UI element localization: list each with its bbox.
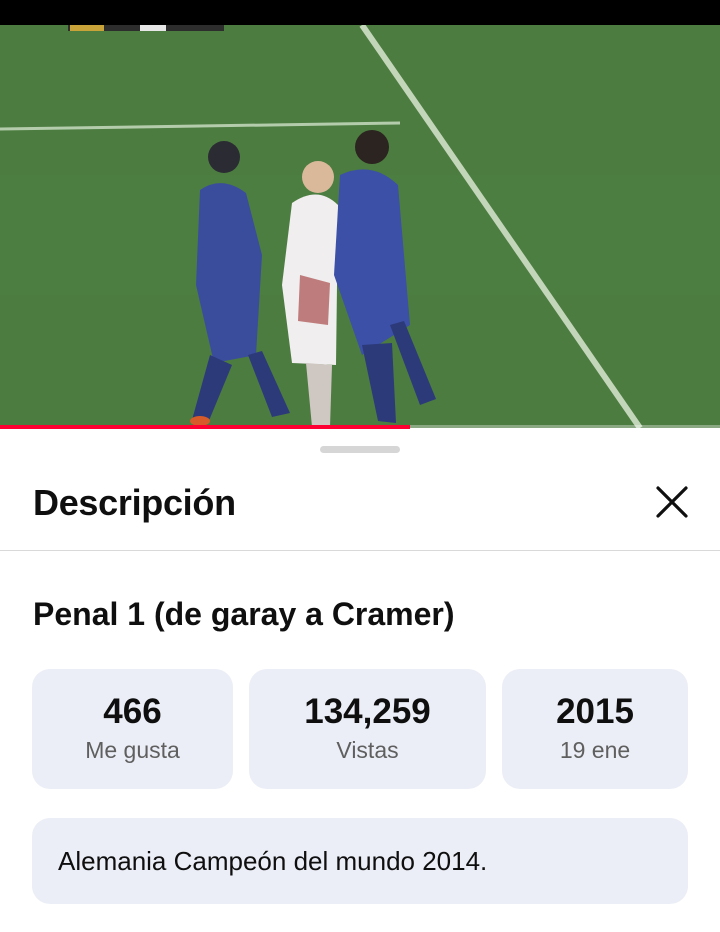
description-text: Alemania Campeón del mundo 2014. (58, 845, 488, 876)
video-frame-image (0, 25, 720, 428)
date-stat: 2015 19 ene (502, 669, 688, 789)
video-title: Penal 1 (de garay a Cramer) (33, 596, 455, 632)
views-count: 134,259 (304, 692, 431, 732)
upload-date: 19 ene (559, 736, 631, 763)
description-box[interactable]: Alemania Campeón del mundo 2014. (32, 818, 688, 904)
sheet-title: Descripción (33, 482, 236, 523)
description-sheet: Descripción Penal 1 (de garay a Cramer) … (0, 430, 720, 932)
scoreboard-overlay (68, 25, 224, 31)
video-progress-fill (0, 425, 411, 429)
drag-handle[interactable] (320, 446, 400, 453)
views-stat: 134,259 Vistas (249, 669, 486, 789)
likes-label: Me gusta (85, 736, 180, 763)
likes-stat: 466 Me gusta (32, 669, 233, 789)
upload-year: 2015 (556, 692, 634, 732)
close-button[interactable] (648, 478, 696, 526)
likes-count: 466 (103, 692, 162, 732)
video-progress-bar[interactable] (0, 425, 720, 429)
divider (0, 550, 720, 551)
status-bar (0, 0, 720, 25)
close-icon (656, 486, 688, 518)
video-player[interactable] (0, 25, 720, 428)
views-label: Vistas (336, 736, 399, 763)
